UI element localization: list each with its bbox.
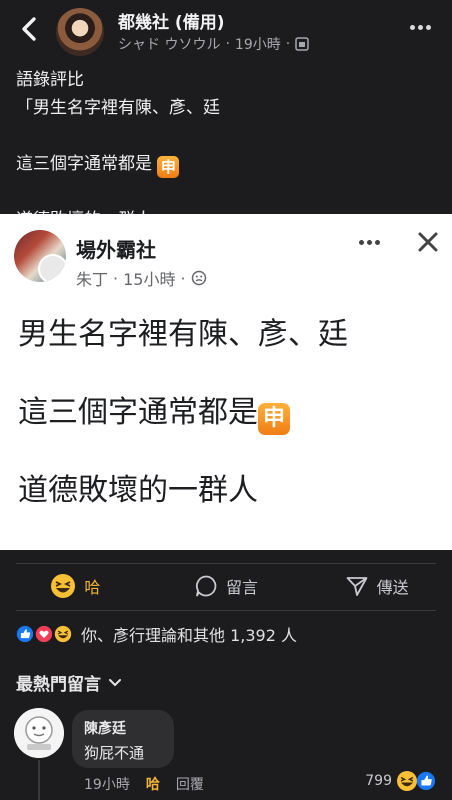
more-options-icon[interactable]	[404, 14, 436, 40]
comment-icon	[195, 575, 217, 597]
shen-emoji-icon: 申	[258, 403, 290, 435]
cartoon-avatar-icon	[14, 708, 64, 758]
chevron-down-icon	[109, 678, 121, 686]
embedded-line: 道德敗壞的一群人	[18, 473, 258, 508]
shen-emoji-icon: 申	[157, 156, 180, 178]
comment-label: 留言	[226, 578, 259, 597]
author-name[interactable]: シャド ウソウル	[118, 34, 220, 54]
comment-react-button[interactable]: 哈	[146, 774, 160, 794]
commenter-avatar[interactable]	[14, 708, 64, 758]
comment-sort-dropdown[interactable]: 最熱門留言	[16, 670, 121, 695]
privacy-icon	[191, 270, 206, 286]
react-label: 哈	[84, 578, 101, 597]
meta-separator: ·	[285, 36, 291, 52]
comment-reaction-number: 799	[365, 773, 392, 789]
divider	[16, 610, 436, 611]
meta-separator: ·	[180, 268, 186, 288]
meta-separator: ·	[113, 268, 119, 288]
comment-button[interactable]: 留言	[151, 564, 302, 608]
embedded-page-avatar	[14, 230, 66, 282]
embedded-line: 男生名字裡有陳、彥、廷	[18, 317, 348, 352]
comment-time[interactable]: 19小時	[84, 774, 130, 794]
embedded-post-image[interactable]: 場外霸社 朱丁 · 15小時 · 男生名字裡有陳、彥、廷 這三個字通常都是申 道…	[0, 214, 452, 550]
post-meta: シャド ウソウル · 19小時 ·	[118, 34, 309, 54]
caption-line: 「男生名字裡有陳、彥、廷	[16, 98, 220, 118]
page-avatar[interactable]	[56, 8, 104, 56]
send-icon	[346, 577, 368, 596]
comment-reply-button[interactable]: 回覆	[176, 774, 204, 794]
page-name[interactable]: 都幾社 (備用)	[118, 8, 224, 33]
comment-meta: 19小時 哈 回覆	[84, 774, 204, 794]
post-action-bar: 哈 留言 傳送	[0, 564, 452, 608]
embedded-post-text: 男生名字裡有陳、彥、廷 這三個字通常都是申 道德敗壞的一群人	[18, 318, 438, 508]
haha-emoji-icon	[51, 574, 76, 598]
caption-line: 語錄評比	[16, 70, 84, 90]
privacy-icon	[295, 37, 309, 51]
comment-text: 狗屁不通	[84, 744, 145, 762]
post-caption: 語錄評比 「男生名字裡有陳、彥、廷 這三個字通常都是 申 道德敗壞的一群人」	[16, 66, 436, 234]
reactions-summary-text: 你、彥行理論和其他 1,392 人	[81, 626, 297, 645]
reactions-summary[interactable]: 你、彥行理論和其他 1,392 人	[14, 622, 297, 646]
close-icon	[418, 232, 438, 252]
post-time[interactable]: 19小時	[235, 34, 281, 54]
embedded-time: 15小時	[123, 270, 176, 289]
share-label: 傳送	[376, 578, 409, 597]
thread-line	[38, 760, 40, 800]
embedded-page-name: 場外霸社	[76, 238, 156, 262]
haha-reaction-icon	[397, 771, 417, 791]
meta-separator: ·	[225, 36, 230, 52]
comment-bubble[interactable]: 陳彥廷 狗屁不通	[72, 710, 174, 768]
caption-line: 這三個字通常都是 申	[16, 150, 436, 178]
embedded-line: 這三個字通常都是申	[18, 396, 438, 435]
comment-sort-label: 最熱門留言	[16, 675, 101, 695]
embedded-post-meta: 朱丁 · 15小時 ·	[76, 266, 207, 290]
embedded-author: 朱丁	[76, 270, 109, 289]
commenter-name[interactable]: 陳彥廷	[84, 718, 162, 738]
react-button[interactable]: 哈	[0, 564, 151, 608]
haha-reaction-icon	[52, 623, 74, 645]
post-header: 都幾社 (備用) シャド ウソウル · 19小時 ·	[0, 0, 452, 62]
comment-reaction-count[interactable]: 799	[365, 770, 436, 792]
like-reaction-icon	[416, 771, 436, 791]
more-options-icon	[356, 232, 382, 252]
share-button[interactable]: 傳送	[301, 564, 452, 608]
back-arrow-icon[interactable]	[16, 14, 42, 44]
